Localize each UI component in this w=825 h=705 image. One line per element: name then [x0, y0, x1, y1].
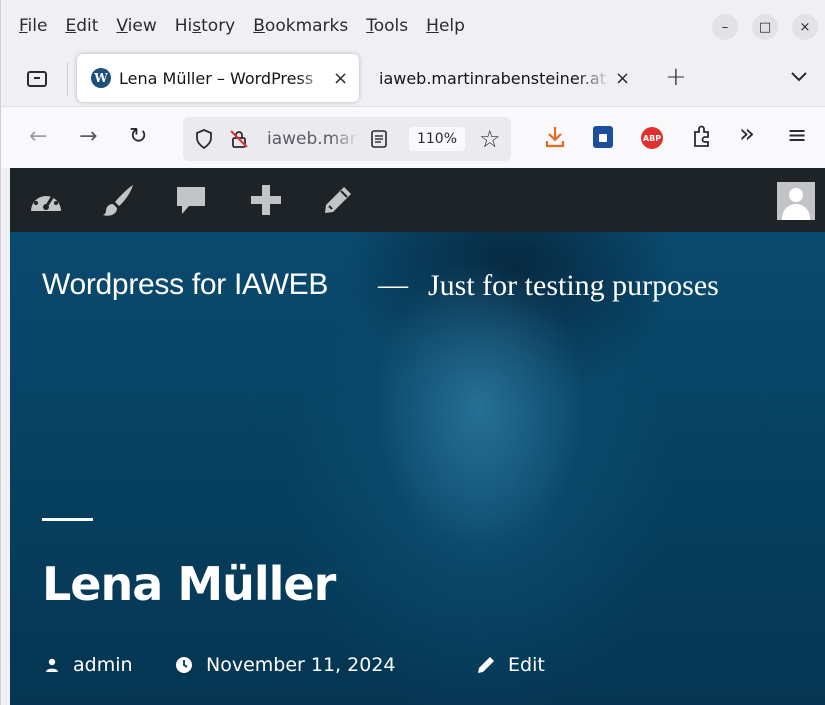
menu-file[interactable]: File	[19, 16, 47, 36]
app-menu-button[interactable]: ≡	[787, 123, 807, 147]
url-bar[interactable]: iaweb.martinrabensteiner.at 110% ☆	[183, 117, 511, 161]
post-date[interactable]: November 11, 2024	[174, 654, 396, 676]
tab-close-icon[interactable]: ×	[615, 68, 630, 89]
window-controls: – □ ×	[712, 14, 818, 40]
menu-help[interactable]: Help	[426, 16, 465, 36]
zoom-level-badge[interactable]: 110%	[409, 127, 465, 151]
list-all-tabs-button[interactable]	[791, 67, 807, 86]
insecure-lock-icon[interactable]	[229, 129, 249, 149]
title-decorative-rule	[42, 518, 93, 521]
user-avatar[interactable]	[777, 182, 815, 220]
tab-active[interactable]: W Lena Müller – WordPress ×	[77, 54, 359, 102]
post-author[interactable]: admin	[43, 654, 133, 676]
adblock-plus-icon[interactable]: ABP	[641, 127, 663, 149]
extensions-puzzle-icon[interactable]	[691, 124, 713, 148]
reload-button[interactable]: ↻	[129, 125, 147, 149]
forward-button[interactable]: →	[79, 125, 97, 149]
password-manager-extension-icon[interactable]	[593, 126, 613, 148]
edit-label[interactable]: Edit	[508, 654, 545, 676]
menu-view[interactable]: View	[116, 16, 156, 36]
firefox-view-button[interactable]	[25, 68, 49, 90]
bookmark-star-icon[interactable]: ☆	[479, 125, 501, 153]
browser-window: File Edit View History Bookmarks Tools H…	[0, 0, 825, 705]
menu-bar: File Edit View History Bookmarks Tools H…	[1, 0, 825, 52]
back-button[interactable]: ←	[29, 125, 47, 149]
reader-view-icon[interactable]	[371, 130, 387, 148]
tab-title: Lena Müller – WordPress	[119, 68, 314, 88]
tab-inactive[interactable]: iaweb.martinrabensteiner.at ×	[379, 54, 639, 102]
tab-tray-icon	[27, 71, 47, 87]
maximize-button[interactable]: □	[752, 14, 778, 40]
minimize-button[interactable]: –	[712, 14, 738, 40]
author-name[interactable]: admin	[73, 654, 133, 676]
avatar-head	[789, 188, 803, 202]
site-title-separator: —	[378, 268, 408, 301]
page-content: Wordpress for IAWEB — Just for testing p…	[10, 168, 825, 705]
url-text[interactable]: iaweb.martinrabensteiner.at	[267, 129, 359, 149]
tab-separator	[67, 62, 68, 96]
new-content-plus-icon[interactable]	[248, 182, 284, 218]
clock-icon	[176, 657, 192, 673]
tab-close-icon[interactable]: ×	[333, 68, 348, 89]
menu-tools[interactable]: Tools	[366, 16, 408, 36]
wp-admin-bar	[10, 168, 825, 232]
menu-history[interactable]: History	[175, 16, 236, 36]
edit-pencil-small-icon	[478, 657, 494, 673]
tab-title: iaweb.martinrabensteiner.at	[379, 68, 606, 88]
dashboard-icon[interactable]	[28, 182, 64, 218]
overflow-menu-button[interactable]: »	[739, 121, 755, 147]
downloads-icon[interactable]	[545, 125, 565, 149]
navigation-toolbar: ← → ↻ iaweb.martinrabensteiner.at 110% ☆…	[1, 106, 825, 168]
author-person-icon	[46, 658, 58, 672]
post-title: Lena Müller	[42, 557, 336, 611]
site-title[interactable]: Wordpress for IAWEB	[42, 268, 328, 302]
menu-bookmarks[interactable]: Bookmarks	[253, 16, 348, 36]
tab-strip: W Lena Müller – WordPress × iaweb.martin…	[1, 50, 825, 106]
menu-edit[interactable]: Edit	[65, 16, 98, 36]
new-tab-button[interactable]: +	[665, 62, 687, 92]
wordpress-favicon-icon: W	[91, 68, 111, 88]
tracking-shield-icon[interactable]	[195, 129, 213, 149]
site-description: Just for testing purposes	[428, 269, 719, 302]
hero-cover-image: Wordpress for IAWEB — Just for testing p…	[10, 232, 825, 705]
customize-brush-icon[interactable]	[100, 182, 136, 218]
comments-icon[interactable]	[173, 182, 209, 218]
chevron-down-icon	[791, 72, 807, 82]
avatar-body	[782, 204, 810, 220]
close-window-button[interactable]: ×	[792, 14, 818, 40]
date-text[interactable]: November 11, 2024	[206, 654, 396, 676]
edit-pencil-icon[interactable]	[320, 182, 356, 218]
post-edit-link[interactable]: Edit	[476, 654, 545, 676]
